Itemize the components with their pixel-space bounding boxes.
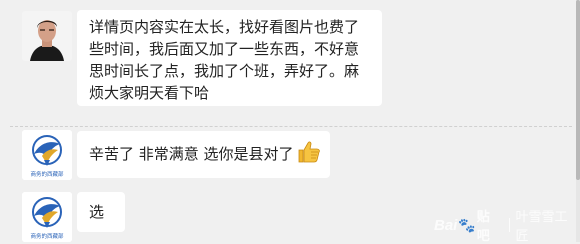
avatar[interactable]: 商务的西藏部 — [22, 192, 72, 242]
avatar-caption: 商务的西藏部 — [30, 232, 64, 240]
paw-icon: 🐾 — [458, 216, 476, 233]
baidu-tieba-watermark: Bai 🐾 贴吧 叶雪雪工匠 — [434, 209, 580, 243]
person-photo-avatar-icon — [22, 11, 72, 61]
eagle-logo-avatar-icon: 商务的西藏部 — [22, 130, 72, 180]
eagle-logo-avatar-icon: 商务的西藏部 — [22, 192, 72, 242]
avatar[interactable] — [22, 11, 72, 61]
watermark-brand: Bai — [434, 216, 458, 234]
message-text-line: 些时间，我后面又加了一些东西，不好意 — [89, 40, 360, 58]
scrollbar-thumb[interactable] — [576, 0, 580, 180]
message-bubble: 辛苦了 非常满意 选你是县对了 — [77, 131, 330, 178]
watermark-user: 叶雪雪工匠 — [515, 209, 568, 243]
watermark-brand-suffix: 贴吧 — [476, 209, 490, 243]
message-text-line: 思时间长了点，我加了个班，弄好了。麻 — [89, 62, 360, 80]
message-text-line: 详情页内容实在太长，找好看图片也费了 — [89, 18, 360, 36]
message-text: 选 — [89, 203, 105, 221]
thumbs-up-emoji-icon — [297, 140, 321, 164]
avatar-caption: 商务的西藏部 — [30, 170, 64, 178]
message-divider — [10, 126, 572, 127]
message-text: 辛苦了 非常满意 选你是县对了 — [89, 145, 294, 163]
message-bubble: 选 — [77, 192, 125, 232]
message-bubble: 详情页内容实在太长，找好看图片也费了 些时间，我后面又加了一些东西，不好意 思时… — [77, 10, 382, 106]
message-text-line: 烦大家明天看下哈 — [89, 84, 210, 102]
watermark-separator — [508, 218, 510, 232]
avatar[interactable]: 商务的西藏部 — [22, 130, 72, 180]
